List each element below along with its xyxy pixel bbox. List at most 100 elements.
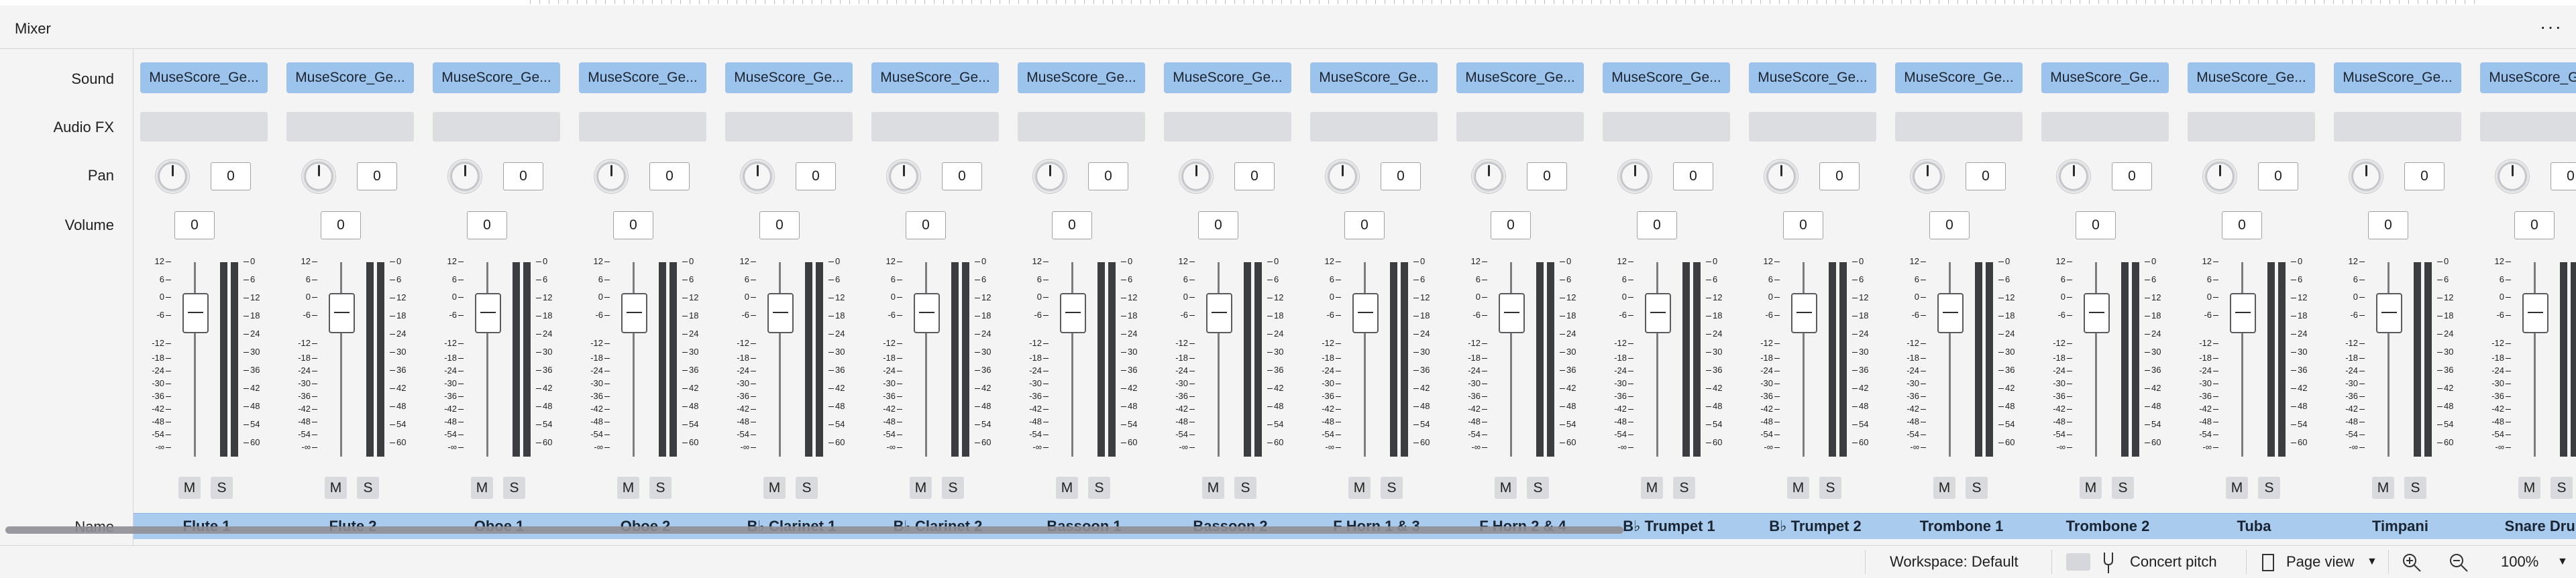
volume-fader-track[interactable] <box>779 262 781 457</box>
sound-selector-button[interactable]: MuseScore_Ge... <box>286 62 414 93</box>
pan-knob[interactable] <box>1179 159 1214 194</box>
volume-fader-handle[interactable] <box>914 293 940 333</box>
solo-button[interactable]: S <box>2551 477 2573 499</box>
volume-fader-handle[interactable] <box>2376 293 2402 333</box>
zoom-chevron-down-icon[interactable]: ▼ <box>2557 546 2568 578</box>
pan-value-field[interactable]: 0 <box>2258 162 2298 190</box>
volume-fader-track[interactable] <box>194 262 196 457</box>
sound-selector-button[interactable]: MuseScore_Ge... <box>140 62 268 93</box>
mute-button[interactable]: M <box>2518 477 2540 499</box>
volume-fader-handle[interactable] <box>2522 293 2548 333</box>
audio-fx-slot[interactable] <box>2480 112 2576 141</box>
pan-knob[interactable] <box>1325 159 1360 194</box>
volume-fader-track[interactable] <box>340 262 342 457</box>
mute-button[interactable]: M <box>1787 477 1809 499</box>
zoom-out-icon[interactable] <box>2449 546 2469 578</box>
audio-fx-slot[interactable] <box>1164 112 1291 141</box>
mute-button[interactable]: M <box>178 477 201 499</box>
volume-value-field[interactable]: 0 <box>613 211 653 239</box>
pan-knob[interactable] <box>155 159 190 194</box>
mute-button[interactable]: M <box>1202 477 1224 499</box>
channel-name-label[interactable]: Trombone 2 <box>2035 513 2181 539</box>
channel-name-label[interactable]: Snare Drum <box>2473 513 2576 539</box>
audio-fx-slot[interactable] <box>1018 112 1145 141</box>
pan-value-field[interactable]: 0 <box>1527 162 1567 190</box>
volume-value-field[interactable]: 0 <box>759 211 800 239</box>
audio-fx-slot[interactable] <box>1456 112 1584 141</box>
volume-fader-track[interactable] <box>2241 262 2243 457</box>
volume-fader-handle[interactable] <box>621 293 647 333</box>
pan-value-field[interactable]: 0 <box>1673 162 1713 190</box>
sound-selector-button[interactable]: MuseScore_Ge... <box>579 62 706 93</box>
sound-selector-button[interactable]: MuseScore_Ge... <box>1456 62 1584 93</box>
pan-value-field[interactable]: 0 <box>211 162 251 190</box>
solo-button[interactable]: S <box>503 477 525 499</box>
pan-knob[interactable] <box>886 159 921 194</box>
pan-value-field[interactable]: 0 <box>2551 162 2576 190</box>
volume-fader-handle[interactable] <box>1645 293 1671 333</box>
solo-button[interactable]: S <box>1088 477 1110 499</box>
channel-name-label[interactable]: B♭ Trumpet 2 <box>1742 513 1888 539</box>
pan-knob[interactable] <box>447 159 482 194</box>
mute-button[interactable]: M <box>1056 477 1078 499</box>
sound-selector-button[interactable]: MuseScore_Ge... <box>2188 62 2315 93</box>
volume-fader-handle[interactable] <box>329 293 355 333</box>
mute-button[interactable]: M <box>1348 477 1371 499</box>
volume-value-field[interactable]: 0 <box>1344 211 1385 239</box>
mute-button[interactable]: M <box>1495 477 1517 499</box>
pan-value-field[interactable]: 0 <box>942 162 982 190</box>
volume-fader-handle[interactable] <box>2084 293 2110 333</box>
pan-knob[interactable] <box>301 159 336 194</box>
pan-knob[interactable] <box>2349 159 2383 194</box>
audio-fx-slot[interactable] <box>579 112 706 141</box>
mute-button[interactable]: M <box>2226 477 2248 499</box>
concert-pitch-label[interactable]: Concert pitch <box>2130 546 2217 578</box>
chevron-down-icon[interactable]: ▼ <box>2367 546 2377 578</box>
volume-fader-handle[interactable] <box>1206 293 1232 333</box>
volume-value-field[interactable]: 0 <box>1198 211 1238 239</box>
pan-knob[interactable] <box>2202 159 2237 194</box>
horizontal-scrollbar[interactable] <box>5 526 1623 534</box>
mute-button[interactable]: M <box>617 477 639 499</box>
pan-value-field[interactable]: 0 <box>503 162 543 190</box>
solo-button[interactable]: S <box>1381 477 1403 499</box>
volume-value-field[interactable]: 0 <box>1783 211 1823 239</box>
volume-fader-track[interactable] <box>633 262 635 457</box>
volume-fader-handle[interactable] <box>1937 293 1964 333</box>
volume-fader-track[interactable] <box>1510 262 1512 457</box>
volume-value-field[interactable]: 0 <box>2076 211 2116 239</box>
solo-button[interactable]: S <box>2258 477 2280 499</box>
sound-selector-button[interactable]: MuseScore_Ge... <box>1164 62 1291 93</box>
pan-knob[interactable] <box>1910 159 1945 194</box>
volume-fader-track[interactable] <box>1364 262 1366 457</box>
mute-button[interactable]: M <box>471 477 493 499</box>
pan-value-field[interactable]: 0 <box>2404 162 2445 190</box>
volume-fader-track[interactable] <box>1218 262 1220 457</box>
volume-value-field[interactable]: 0 <box>467 211 507 239</box>
solo-button[interactable]: S <box>211 477 233 499</box>
volume-fader-track[interactable] <box>1656 262 1658 457</box>
sound-selector-button[interactable]: MuseScore_Ge... <box>1310 62 1438 93</box>
volume-fader-track[interactable] <box>1803 262 1805 457</box>
mute-button[interactable]: M <box>910 477 932 499</box>
sound-selector-button[interactable]: MuseScore_Ge... <box>1895 62 2023 93</box>
pan-knob[interactable] <box>1764 159 1799 194</box>
volume-fader-track[interactable] <box>1949 262 1951 457</box>
volume-value-field[interactable]: 0 <box>906 211 946 239</box>
concert-pitch-toggle[interactable] <box>2066 553 2090 571</box>
volume-value-field[interactable]: 0 <box>2368 211 2408 239</box>
volume-fader-handle[interactable] <box>1791 293 1817 333</box>
zoom-out-icon[interactable] <box>2449 553 2469 573</box>
volume-fader-handle[interactable] <box>1060 293 1086 333</box>
pan-knob[interactable] <box>1617 159 1652 194</box>
volume-value-field[interactable]: 0 <box>1929 211 1970 239</box>
sound-selector-button[interactable]: MuseScore_Ge... <box>725 62 853 93</box>
zoom-level[interactable]: 100% <box>2501 546 2538 578</box>
pan-knob[interactable] <box>1032 159 1067 194</box>
sound-selector-button[interactable]: MuseScore_Ge... <box>2334 62 2461 93</box>
audio-fx-slot[interactable] <box>286 112 414 141</box>
solo-button[interactable]: S <box>1966 477 1988 499</box>
volume-fader-handle[interactable] <box>1352 293 1379 333</box>
audio-fx-slot[interactable] <box>140 112 268 141</box>
pan-value-field[interactable]: 0 <box>1966 162 2006 190</box>
